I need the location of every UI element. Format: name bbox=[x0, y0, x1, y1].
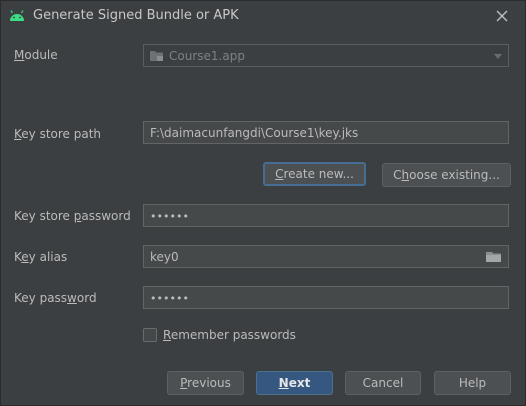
module-label: Module bbox=[14, 48, 58, 62]
create-new-button[interactable]: Create new... bbox=[263, 162, 366, 186]
remember-passwords-label[interactable]: Remember passwords bbox=[163, 328, 296, 342]
next-button[interactable]: Next bbox=[256, 371, 333, 395]
title-bar: Generate Signed Bundle or APK bbox=[1, 1, 525, 31]
cancel-button[interactable]: Cancel bbox=[345, 371, 421, 395]
key-store-path-label: Key store path bbox=[14, 127, 102, 141]
close-button[interactable] bbox=[491, 6, 513, 26]
remember-passwords-checkbox[interactable] bbox=[143, 328, 157, 342]
chevron-down-icon bbox=[494, 54, 502, 59]
signed-apk-dialog: Generate Signed Bundle or APK Module Cou… bbox=[0, 0, 526, 406]
folder-icon[interactable] bbox=[486, 251, 502, 263]
choose-existing-button[interactable]: Choose existing... bbox=[382, 163, 511, 187]
key-store-password-field[interactable]: •••••• bbox=[143, 204, 509, 227]
key-store-path-field[interactable]: F:\daimacunfangdi\Course1\key.jks bbox=[143, 121, 509, 144]
android-icon bbox=[9, 9, 25, 23]
module-folder-icon bbox=[150, 50, 164, 62]
previous-button[interactable]: Previous bbox=[167, 371, 244, 395]
window-title: Generate Signed Bundle or APK bbox=[33, 8, 239, 23]
module-value: Course1.app bbox=[169, 49, 245, 63]
key-alias-value: key0 bbox=[150, 250, 179, 264]
key-password-value: •••••• bbox=[150, 292, 189, 305]
module-select[interactable]: Course1.app bbox=[143, 44, 509, 67]
key-alias-field[interactable]: key0 bbox=[143, 245, 509, 268]
key-store-password-label: Key store password bbox=[14, 209, 131, 223]
key-alias-label: Key alias bbox=[14, 250, 68, 264]
key-password-label: Key password bbox=[14, 291, 97, 305]
key-store-password-value: •••••• bbox=[150, 210, 189, 223]
key-store-path-value: F:\daimacunfangdi\Course1\key.jks bbox=[150, 126, 359, 140]
help-button[interactable]: Help bbox=[434, 371, 511, 395]
close-icon bbox=[496, 10, 508, 22]
key-password-field[interactable]: •••••• bbox=[143, 286, 509, 309]
